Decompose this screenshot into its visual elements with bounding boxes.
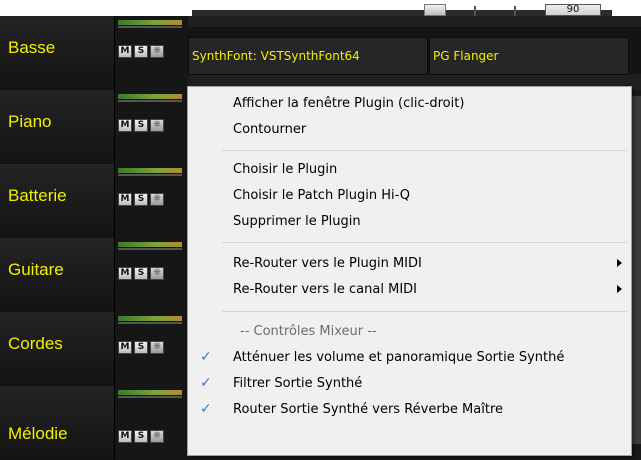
level-meter-underline — [118, 26, 182, 28]
level-meter — [118, 242, 182, 247]
menu-item-label: Supprimer le Plugin — [233, 214, 361, 229]
menu-item-label: Contourner — [233, 122, 307, 137]
menu-item-show-plugin-window[interactable]: Afficher la fenêtre Plugin (clic-droit) — [188, 91, 631, 117]
freeze-button[interactable]: ❋ — [150, 193, 164, 206]
right-edge — [631, 96, 641, 444]
level-meter — [118, 168, 182, 173]
menu-item-remove-plugin[interactable]: Supprimer le Plugin — [188, 209, 631, 235]
mute-button[interactable]: M — [118, 430, 132, 443]
track-name: Basse — [8, 38, 56, 57]
check-icon: ✓ — [200, 375, 212, 391]
menu-separator — [222, 242, 627, 243]
menu-item-label: Re-Router vers le Plugin MIDI — [233, 256, 422, 271]
mute-button[interactable]: M — [118, 267, 132, 280]
level-meter-underline — [118, 100, 182, 102]
mute-button[interactable]: M — [118, 341, 132, 354]
track-name: Mélodie — [8, 424, 68, 443]
mute-button[interactable]: M — [118, 45, 132, 58]
plugin-context-menu: Afficher la fenêtre Plugin (clic-droit) … — [187, 86, 632, 456]
plugin-slot-label: SynthFont: VSTSynthFont64 — [192, 49, 360, 63]
menu-item-filter-synth-output[interactable]: ✓ Filtrer Sortie Synthé — [188, 371, 631, 397]
plugin-slot-2[interactable]: PG Flanger — [429, 37, 629, 75]
menu-item-reroute-midi-channel[interactable]: Re-Router vers le canal MIDI — [188, 277, 631, 303]
track-row-melodie[interactable]: Mélodie M S ❋ — [0, 386, 188, 460]
plugin-slot-label: PG Flanger — [433, 49, 499, 63]
solo-button[interactable]: S — [134, 341, 148, 354]
mute-button[interactable]: M — [118, 193, 132, 206]
menu-item-reroute-midi-plugin[interactable]: Re-Router vers le Plugin MIDI — [188, 251, 631, 277]
menu-item-label: Re-Router vers le canal MIDI — [233, 282, 417, 297]
menu-item-label: Router Sortie Synthé vers Réverbe Maître — [233, 402, 504, 417]
menu-item-route-synth-to-reverb[interactable]: ✓ Router Sortie Synthé vers Réverbe Maît… — [188, 397, 631, 423]
menu-item-label: Filtrer Sortie Synthé — [233, 376, 363, 391]
check-icon: ✓ — [200, 401, 212, 417]
menu-item-label: Choisir le Patch Plugin Hi-Q — [233, 188, 411, 203]
menu-item-bypass[interactable]: Contourner — [188, 117, 631, 143]
track-label-pane: Cordes — [0, 312, 115, 386]
submenu-arrow-icon — [617, 285, 622, 293]
level-meter — [118, 316, 182, 321]
freeze-button[interactable]: ❋ — [150, 267, 164, 280]
track-label-pane: Piano — [0, 90, 115, 164]
track-name: Guitare — [8, 260, 64, 279]
solo-button[interactable]: S — [134, 119, 148, 132]
level-meter — [118, 20, 182, 25]
track-label-pane: Basse — [0, 16, 115, 90]
level-meter — [118, 390, 182, 395]
freeze-button[interactable]: ❋ — [150, 341, 164, 354]
check-icon: ✓ — [200, 349, 212, 365]
track-name: Piano — [8, 112, 52, 131]
solo-button[interactable]: S — [134, 267, 148, 280]
level-meter-underline — [118, 174, 182, 176]
slider-thumb[interactable] — [424, 4, 446, 16]
level-meter-underline — [118, 396, 182, 398]
menu-item-choose-plugin[interactable]: Choisir le Plugin — [188, 157, 631, 183]
track-label-pane: Batterie — [0, 164, 115, 238]
track-row-piano[interactable]: Piano M S ❋ — [0, 90, 188, 164]
track-row-basse[interactable]: Basse M S ❋ — [0, 16, 188, 90]
freeze-button[interactable]: ❋ — [150, 119, 164, 132]
solo-button[interactable]: S — [134, 430, 148, 443]
level-meter — [118, 94, 182, 99]
menu-item-label: Choisir le Plugin — [233, 162, 338, 177]
submenu-arrow-icon — [617, 259, 622, 267]
track-name: Cordes — [8, 334, 63, 353]
slider-tick — [514, 6, 516, 16]
track-label-pane: Guitare — [0, 238, 115, 312]
track-row-cordes[interactable]: Cordes M S ❋ — [0, 312, 188, 386]
plugin-slot-1[interactable]: SynthFont: VSTSynthFont64 — [188, 37, 428, 75]
menu-separator — [222, 311, 627, 312]
mute-button[interactable]: M — [118, 119, 132, 132]
top-strip: 90 — [0, 0, 641, 16]
menu-item-label: Afficher la fenêtre Plugin (clic-droit) — [233, 96, 465, 111]
level-meter-underline — [118, 322, 182, 324]
track-row-guitare[interactable]: Guitare M S ❋ — [0, 238, 188, 312]
menu-item-choose-patch-hiq[interactable]: Choisir le Patch Plugin Hi-Q — [188, 183, 631, 209]
menu-separator — [222, 150, 627, 151]
menu-item-attenuate-volume-pan[interactable]: ✓ Atténuer les volume et panoramique Sor… — [188, 345, 631, 371]
menu-item-label: Atténuer les volume et panoramique Sorti… — [233, 350, 565, 365]
freeze-button[interactable]: ❋ — [150, 45, 164, 58]
freeze-button[interactable]: ❋ — [150, 430, 164, 443]
track-name: Batterie — [8, 186, 67, 205]
solo-button[interactable]: S — [134, 45, 148, 58]
track-label-pane: Mélodie — [0, 386, 115, 460]
plugin-strip: SynthFont: VSTSynthFont64 PG Flanger — [188, 27, 641, 75]
menu-header-label: -- Contrôles Mixeur -- — [240, 324, 377, 339]
track-row-batterie[interactable]: Batterie M S ❋ — [0, 164, 188, 238]
level-meter-underline — [118, 248, 182, 250]
menu-header-mixer-controls: -- Contrôles Mixeur -- — [188, 319, 631, 345]
value-display[interactable]: 90 — [545, 4, 601, 16]
solo-button[interactable]: S — [134, 193, 148, 206]
slider-tick — [474, 6, 476, 16]
